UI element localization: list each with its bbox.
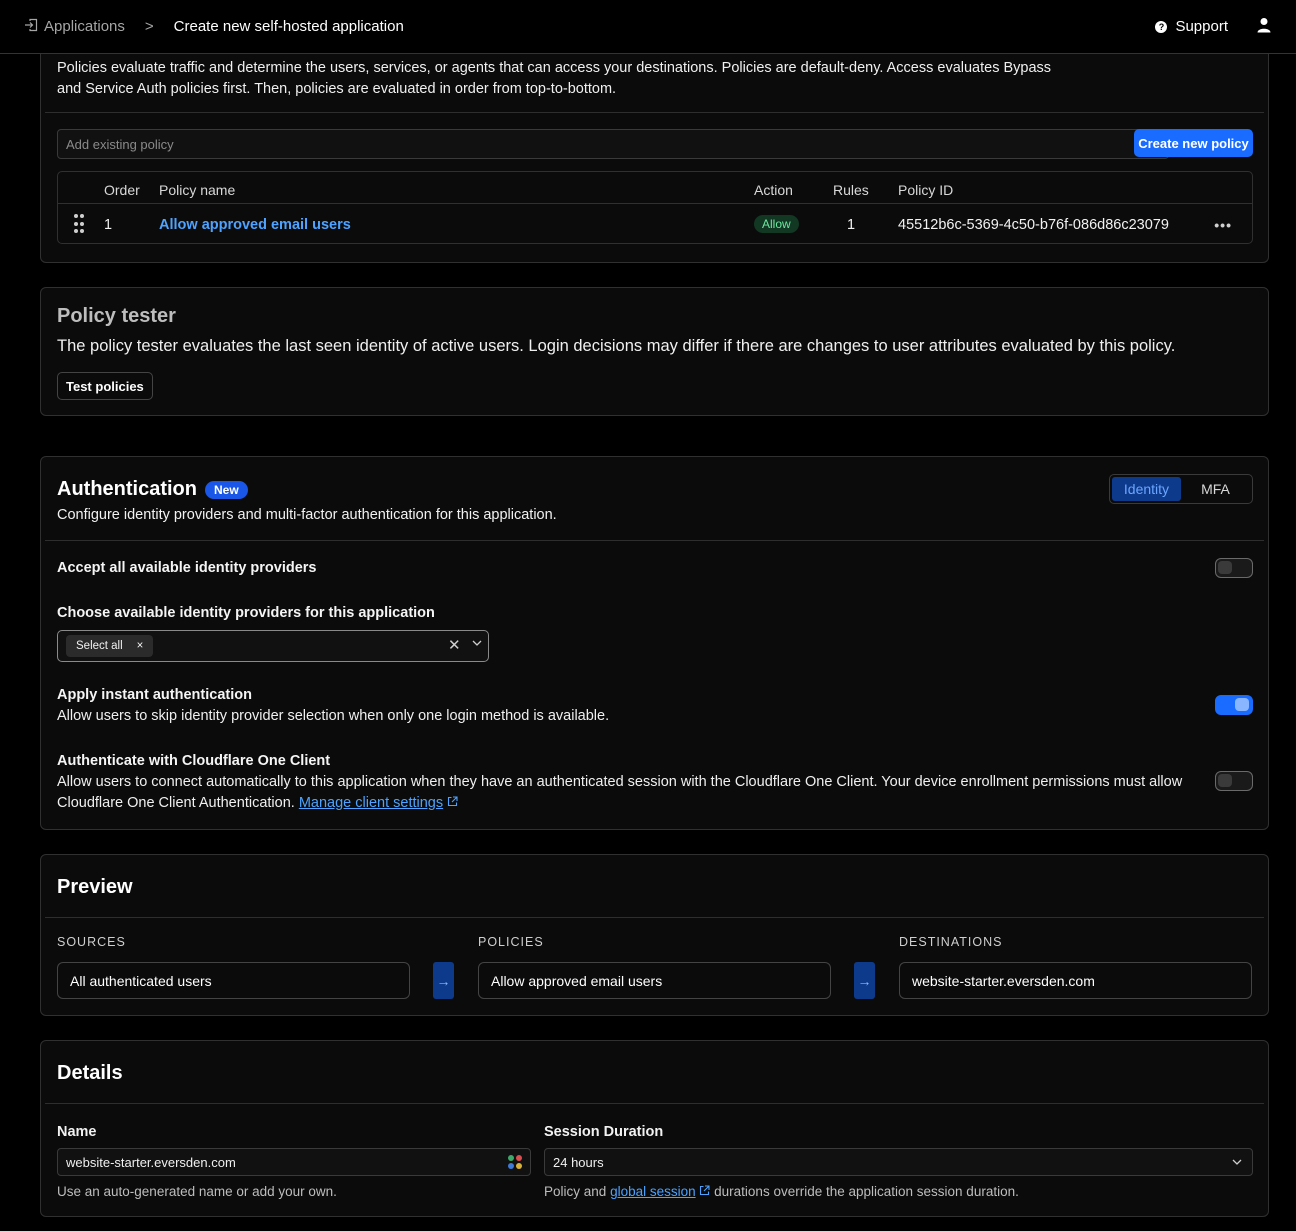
column-header-action: Action — [754, 182, 793, 198]
one-client-auth-description: Allow users to connect automatically to … — [57, 772, 1197, 814]
session-duration-select[interactable]: 24 hours — [544, 1148, 1253, 1176]
breadcrumb-separator: > — [144, 18, 154, 35]
column-header-rules: Rules — [833, 182, 869, 198]
policies-table: Order Policy name Action Rules Policy ID… — [57, 171, 1253, 244]
help-circle-icon: ? — [1155, 20, 1168, 33]
duration-hint-post: durations override the application sessi… — [714, 1184, 1019, 1199]
session-duration-value: 24 hours — [553, 1155, 604, 1170]
duration-hint-pre: Policy and — [544, 1184, 607, 1199]
select-all-chip: Select all × — [66, 635, 154, 657]
instant-auth-title: Apply instant authentication — [57, 687, 252, 703]
name-hint: Use an auto-generated name or add your o… — [57, 1184, 337, 1199]
policy-name-link[interactable]: Allow approved email users — [159, 217, 351, 233]
sign-in-icon — [24, 18, 38, 36]
breadcrumb: Applications > Create new self-hosted ap… — [24, 18, 404, 36]
column-header-policy-name: Policy name — [159, 182, 236, 198]
column-header-policy-id: Policy ID — [898, 182, 954, 198]
authentication-card: Authentication New Configure identity pr… — [40, 456, 1269, 830]
add-existing-policy-select[interactable]: Add existing policy — [57, 129, 1169, 159]
policies-label: POLICIES — [478, 935, 544, 949]
tab-identity[interactable]: Identity — [1112, 477, 1181, 501]
session-duration-label: Session Duration — [544, 1124, 664, 1140]
clear-selection-icon[interactable]: ✕ — [448, 636, 461, 654]
more-options-icon[interactable]: ••• — [1214, 217, 1232, 233]
create-new-policy-button[interactable]: Create new policy — [1134, 129, 1253, 157]
manage-client-settings-link[interactable]: Manage client settings — [299, 795, 443, 811]
divider — [45, 917, 1264, 918]
breadcrumb-applications-link[interactable]: Applications — [44, 18, 125, 35]
action-cell: Allow — [754, 215, 799, 233]
chip-remove-icon[interactable]: × — [137, 640, 144, 652]
row-order: 1 — [104, 217, 113, 233]
chip-label: Select all — [76, 640, 123, 652]
auth-mode-tabs: Identity MFA — [1109, 474, 1253, 504]
breadcrumb-current: Create new self-hosted application — [173, 18, 404, 35]
name-label: Name — [57, 1124, 97, 1140]
chevron-down-icon — [1230, 1155, 1244, 1172]
instant-auth-description: Allow users to skip identity provider se… — [57, 708, 610, 724]
destinations-label: DESTINATIONS — [899, 935, 1003, 949]
support-button[interactable]: ? Support — [1155, 18, 1228, 35]
details-title: Details — [57, 1062, 123, 1084]
chevron-down-icon[interactable] — [470, 636, 484, 653]
external-link-icon — [699, 1184, 710, 1199]
name-value: website-starter.eversden.com — [66, 1155, 236, 1170]
preview-card: Preview SOURCES POLICIES DESTINATIONS Al… — [40, 854, 1269, 1016]
row-policy-id: 45512b6c-5369-4c50-b76f-086d86c23079 — [898, 217, 1169, 233]
one-client-auth-text: Allow users to connect automatically to … — [57, 774, 1183, 811]
details-card: Details Name website-starter.eversden.co… — [40, 1040, 1269, 1217]
identity-providers-select[interactable]: Select all × ✕ — [57, 630, 489, 662]
divider — [45, 540, 1264, 541]
authentication-title: Authentication — [57, 478, 197, 500]
one-client-auth-title: Authenticate with Cloudflare One Client — [57, 753, 331, 769]
name-input[interactable]: website-starter.eversden.com — [57, 1148, 531, 1176]
divider — [45, 1103, 1264, 1104]
drag-handle-icon[interactable] — [74, 214, 84, 234]
choose-idp-label: Choose available identity providers for … — [57, 605, 435, 621]
allow-badge: Allow — [754, 215, 799, 233]
global-session-link[interactable]: global session — [610, 1184, 696, 1199]
session-duration-hint: Policy and global session durations over… — [544, 1184, 1019, 1199]
authentication-header: Authentication New — [57, 478, 248, 501]
add-existing-policy-placeholder: Add existing policy — [66, 137, 174, 152]
support-label: Support — [1175, 18, 1228, 35]
destination-box: website-starter.eversden.com — [899, 962, 1252, 999]
new-badge: New — [205, 480, 248, 499]
authentication-description: Configure identity providers and multi-f… — [57, 507, 557, 523]
source-box: All authenticated users — [57, 962, 410, 999]
external-link-icon — [447, 795, 458, 811]
tab-mfa[interactable]: MFA — [1181, 477, 1250, 501]
policies-card: Policies evaluate traffic and determine … — [40, 40, 1269, 263]
policies-description: Policies evaluate traffic and determine … — [57, 60, 1052, 97]
instant-auth-toggle[interactable] — [1215, 695, 1253, 715]
arrow-right-icon: → — [433, 962, 454, 999]
auto-generate-name-icon[interactable] — [508, 1155, 522, 1169]
sources-label: SOURCES — [57, 935, 126, 949]
policy-tester-description: The policy tester evaluates the last see… — [57, 337, 1176, 355]
row-rules-count: 1 — [847, 217, 856, 233]
user-icon[interactable] — [1256, 17, 1272, 36]
table-header-divider — [58, 203, 1252, 204]
policy-tester-title: Policy tester — [57, 305, 176, 327]
policy-tester-card: Policy tester The policy tester evaluate… — [40, 287, 1269, 416]
accept-all-idp-toggle[interactable] — [1215, 558, 1253, 578]
one-client-auth-toggle[interactable] — [1215, 771, 1253, 791]
test-policies-button[interactable]: Test policies — [57, 372, 153, 400]
preview-title: Preview — [57, 876, 133, 898]
policy-box: Allow approved email users — [478, 962, 831, 999]
arrow-right-icon: → — [854, 962, 875, 999]
divider — [45, 112, 1264, 113]
top-bar: Applications > Create new self-hosted ap… — [0, 0, 1296, 54]
accept-all-idp-label: Accept all available identity providers — [57, 560, 317, 576]
column-header-order: Order — [104, 182, 140, 198]
